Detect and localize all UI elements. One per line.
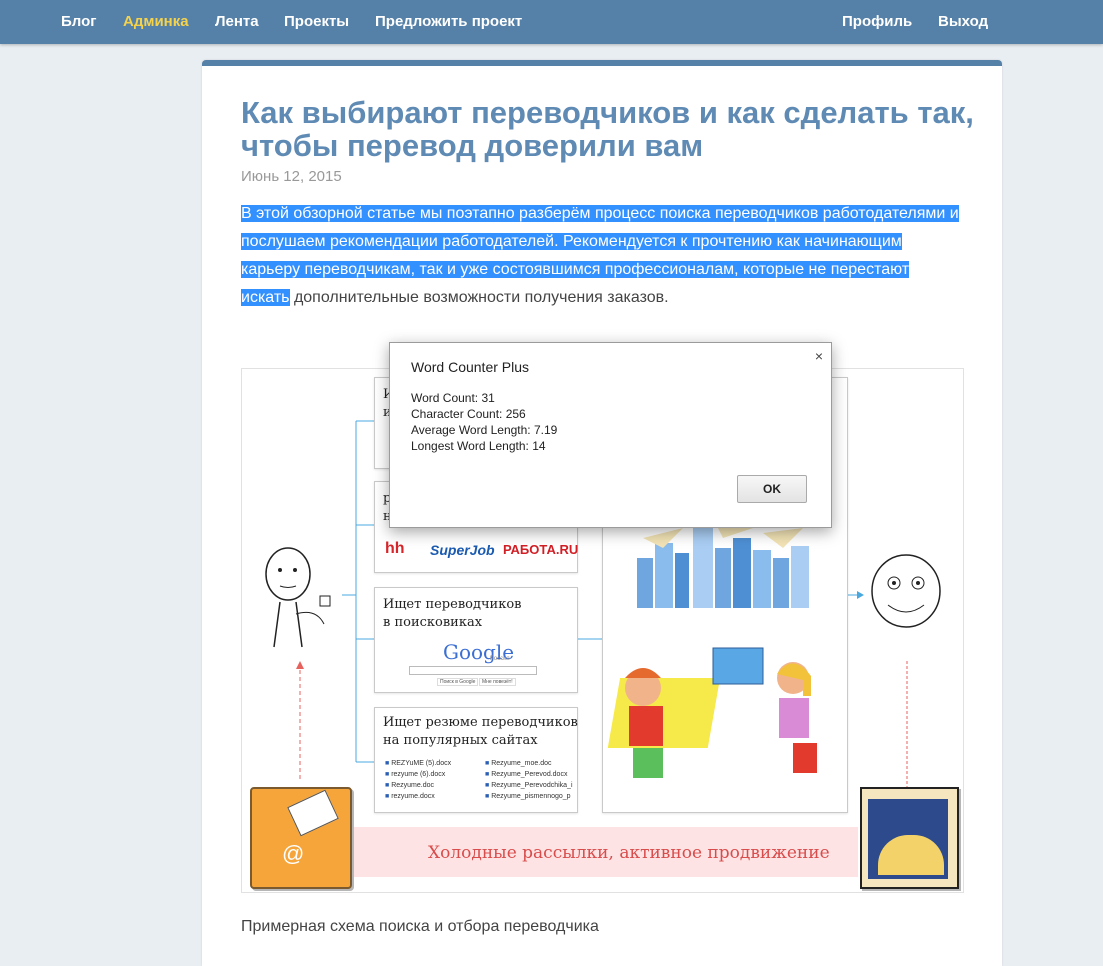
word-count: Word Count: 31	[411, 391, 495, 405]
longest-word-length: Longest Word Length: 14	[411, 439, 546, 453]
average-word-length: Average Word Length: 7.19	[411, 423, 558, 437]
nav-logout[interactable]: Выход	[938, 13, 988, 30]
doc-file: ■ Rezyume.doc	[385, 782, 434, 789]
nav-admin[interactable]: Админка	[123, 13, 189, 30]
nav-projects[interactable]: Проекты	[284, 13, 349, 30]
box-4-title: Ищет резюме переводчиков на популярных с…	[383, 715, 578, 748]
article-title: Как выбирают переводчиков и как сделать …	[241, 95, 974, 163]
money-pile-illustration	[860, 787, 959, 889]
figure-caption: Примерная схема поиска и отбора переводч…	[241, 918, 599, 935]
hh-logo: hh	[385, 540, 405, 557]
thinking-person-illustration	[265, 547, 331, 648]
google-search-btn: Поиск в Google	[437, 678, 479, 686]
box-3-title: Ищет переводчиков в поисковиках	[383, 597, 522, 630]
box-search-engines: Ищет переводчиков в поисковиках Google Р…	[374, 587, 578, 693]
doc-file: ■ rezyume (6).docx	[385, 771, 446, 778]
doc-file: ■ rezyume.docx	[385, 793, 435, 800]
google-lucky-btn: Мне повезёт!	[479, 678, 516, 686]
top-nav: Блог Админка Лента Проекты Предложить пр…	[0, 0, 1103, 44]
dialog-title: Word Counter Plus	[411, 359, 530, 375]
nav-feed[interactable]: Лента	[215, 13, 259, 30]
google-search-field	[409, 666, 537, 675]
doc-file: ■ Rezyume_pismennogo_p	[485, 793, 571, 800]
box-resume-sites: Ищет резюме переводчиков на популярных с…	[374, 707, 578, 813]
word-counter-dialog: Word Counter Plus × Word Count: 31 Chara…	[389, 342, 832, 528]
rabota-logo: РАБОТА.RU	[503, 542, 579, 557]
doc-file: ■ REZYuME (5).docx	[385, 760, 452, 767]
envelope-icon	[287, 789, 339, 837]
happy-person-illustration	[871, 554, 941, 628]
nav-suggest-project[interactable]: Предложить проект	[375, 13, 522, 30]
superjob-logo: SuperJob	[430, 542, 495, 558]
at-symbol: @	[282, 841, 305, 866]
character-count: Character Count: 256	[411, 407, 526, 421]
close-icon[interactable]: ×	[815, 348, 823, 364]
ok-button[interactable]: OK	[737, 475, 807, 503]
doc-file: ■ Rezyume_Perevod.docx	[485, 771, 568, 778]
nav-profile[interactable]: Профиль	[842, 13, 912, 30]
banner-text: Холодные рассылки, активное продвижение	[428, 843, 830, 863]
lead-rest: дополнительные возможности получения зак…	[289, 289, 669, 306]
article-date: Июнь 12, 2015	[241, 168, 342, 185]
mail-illustration: @	[250, 787, 352, 889]
google-sub: Россия	[490, 656, 510, 662]
banner: Холодные рассылки, активное продвижение	[354, 827, 858, 877]
doc-file: ■ Rezyume_moe.doc	[485, 760, 552, 767]
nav-blog[interactable]: Блог	[61, 13, 97, 30]
doc-file: ■ Rezyume_Perevodchika_i	[485, 782, 573, 789]
article-lead: В этой обзорной статье мы поэтапно разбе…	[241, 200, 961, 312]
